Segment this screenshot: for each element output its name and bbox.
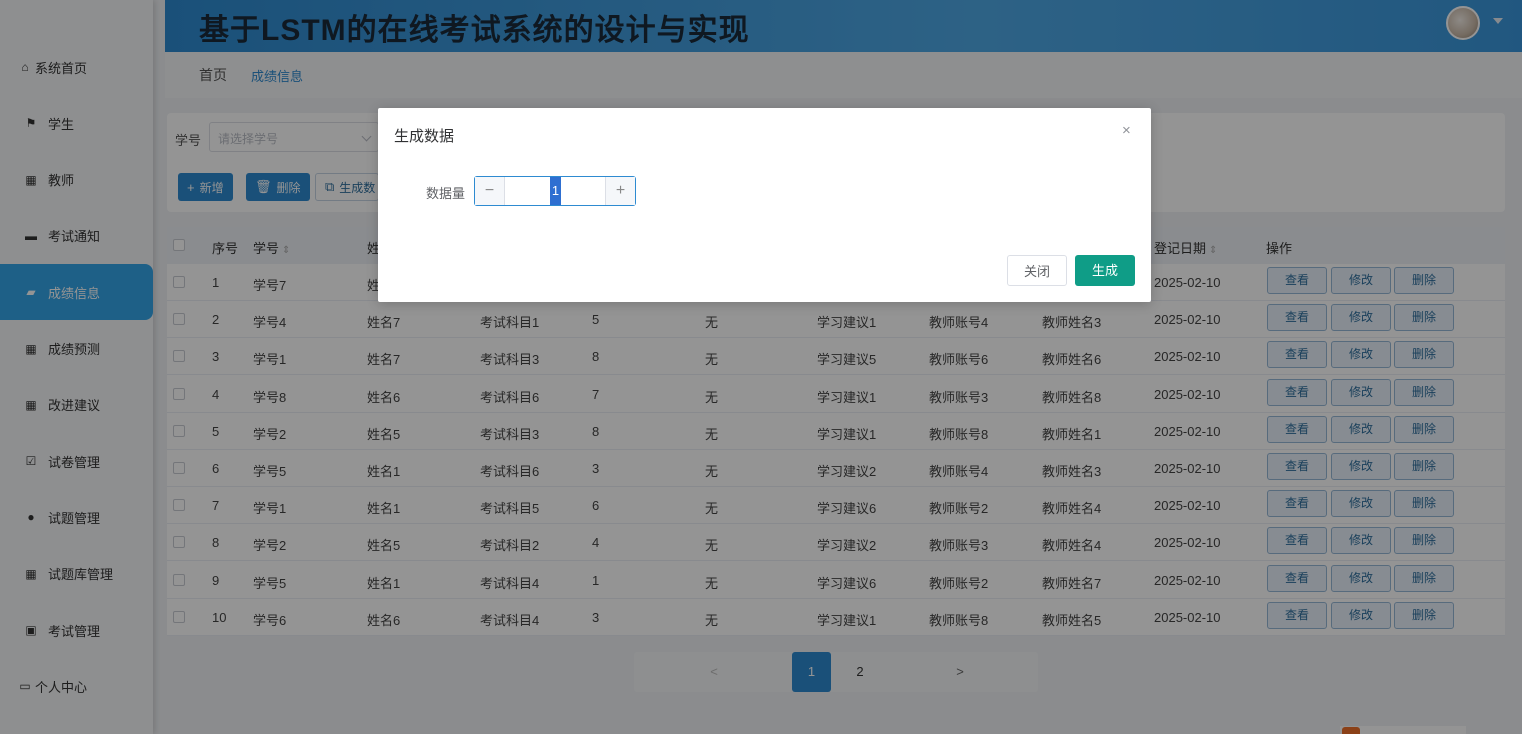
close-button[interactable]: 关闭 — [1007, 255, 1067, 286]
generate-button[interactable]: 生成 — [1075, 255, 1135, 286]
dialog-title: 生成数据 — [394, 128, 455, 145]
data-count-label: 数据量 — [426, 186, 466, 201]
generate-data-dialog: 生成数据 × 数据量 − 1 + 关闭 生成 — [378, 108, 1151, 302]
increment-button[interactable]: + — [605, 177, 635, 205]
data-count-value: 1 — [549, 177, 562, 205]
data-count-stepper: − 1 + — [474, 176, 636, 206]
data-count-input[interactable]: 1 — [506, 177, 605, 205]
close-icon[interactable]: × — [1122, 122, 1131, 139]
decrement-button[interactable]: − — [475, 177, 505, 205]
